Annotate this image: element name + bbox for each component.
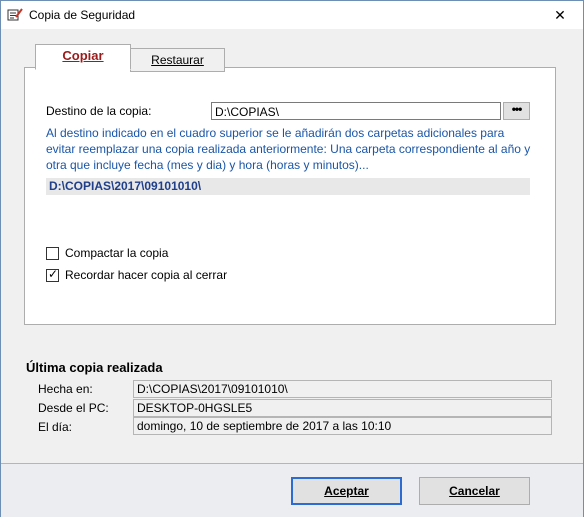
made-in-field: D:\COPIAS\2017\09101010\ <box>133 380 552 398</box>
from-pc-label: Desde el PC: <box>38 401 109 415</box>
accept-button[interactable]: Aceptar <box>291 477 402 505</box>
compact-label[interactable]: Compactar la copia <box>65 246 168 260</box>
close-icon: ✕ <box>554 6 566 23</box>
from-pc-field: DESKTOP-0HGSLE5 <box>133 399 552 417</box>
resulting-path: D:\COPIAS\2017\09101010\ <box>46 178 530 195</box>
copy-tab-panel: Destino de la copia: D:\COPIAS\ ••• Al d… <box>24 67 556 325</box>
accept-button-label: Aceptar <box>324 484 369 498</box>
made-in-label: Hecha en: <box>38 382 93 396</box>
destination-info-text: Al destino indicado en el cuadro superio… <box>46 126 531 172</box>
day-label: El día: <box>38 420 73 434</box>
tab-copiar-label: Copiar <box>62 48 104 63</box>
cancel-button[interactable]: Cancelar <box>419 477 530 505</box>
ellipsis-icon: ••• <box>511 102 523 116</box>
checkmark-icon: ✓ <box>48 267 59 281</box>
window-title: Copia de Seguridad <box>29 8 136 22</box>
resulting-path-value: D:\COPIAS\2017\09101010\ <box>49 179 202 193</box>
remember-checkbox[interactable]: ✓ <box>46 267 59 282</box>
compact-checkbox[interactable] <box>46 247 59 260</box>
tab-copiar[interactable]: Copiar <box>35 44 131 70</box>
tab-restaurar[interactable]: Restaurar <box>130 48 225 72</box>
tab-restaurar-label: Restaurar <box>151 53 204 67</box>
button-bar: Aceptar Cancelar <box>1 463 583 517</box>
destination-input[interactable]: D:\COPIAS\ <box>211 102 501 120</box>
backup-app-icon <box>7 8 23 21</box>
browse-button[interactable]: ••• <box>503 102 530 120</box>
cancel-button-label: Cancelar <box>449 484 500 498</box>
title-bar[interactable]: Copia de Seguridad ✕ <box>1 1 583 29</box>
dialog-window: Copia de Seguridad ✕ Copiar Restaurar De… <box>0 0 584 517</box>
last-copy-title: Última copia realizada <box>26 360 163 375</box>
day-field: domingo, 10 de septiembre de 2017 a las … <box>133 417 552 435</box>
close-button[interactable]: ✕ <box>537 1 583 29</box>
destination-label: Destino de la copia: <box>46 104 152 118</box>
remember-label[interactable]: Recordar hacer copia al cerrar <box>65 268 227 282</box>
